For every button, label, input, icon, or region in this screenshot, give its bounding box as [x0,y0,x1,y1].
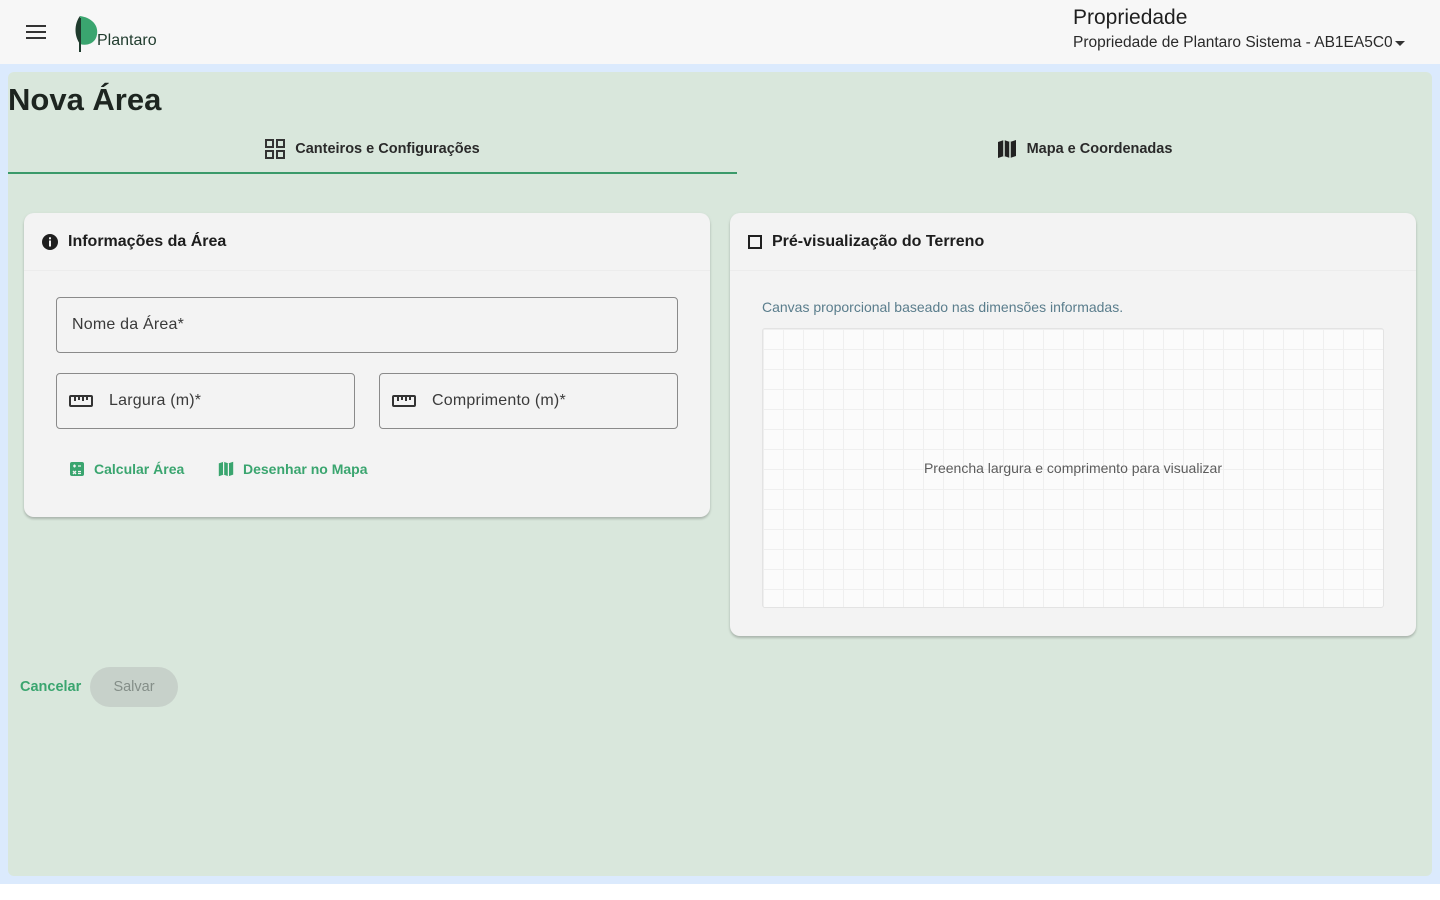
save-button[interactable]: Salvar [90,667,178,707]
card-header: Informações da Área [24,213,710,271]
terrain-canvas[interactable]: Preencha largura e comprimento para visu… [762,328,1384,608]
canvas-empty-message: Preencha largura e comprimento para visu… [923,460,1223,476]
property-selector: Propriedade Propriedade de Plantaro Sist… [1073,6,1405,52]
calculator-icon [70,462,84,476]
tab-label: Mapa e Coordenadas [1026,141,1173,157]
width-field[interactable]: Largura (m)* [56,373,355,429]
active-tab-indicator [8,172,737,174]
info-icon [42,233,58,250]
page-title: Nova Área [8,82,162,117]
length-field[interactable]: Comprimento (m)* [379,373,678,429]
property-title: Propriedade [1073,6,1188,29]
card-header: Pré-visualização do Terreno [730,213,1416,271]
length-label: Comprimento (m)* [432,392,566,409]
logo-text: Plantaro [97,32,157,49]
content-frame: Nova Área Canteiros e Configurações Mapa… [0,64,1440,884]
card-title: Informações da Área [68,232,227,250]
draw-on-map-button[interactable]: Desenhar no Mapa [218,451,367,487]
main-panel: Nova Área Canteiros e Configurações Mapa… [8,72,1432,876]
map-icon [218,461,234,477]
preview-hint: Canvas proporcional baseado nas dimensõe… [762,299,1124,315]
menu-button[interactable] [16,12,56,52]
terrain-preview-card: Pré-visualização do Terreno Canvas propo… [730,213,1416,636]
grid-icon [265,139,286,159]
property-dropdown[interactable]: Propriedade de Plantaro Sistema - AB1EA5… [1073,34,1405,52]
draw-on-map-label: Desenhar no Mapa [243,461,368,477]
logo[interactable]: Plantaro [72,8,157,56]
menu-icon [26,25,46,39]
caret-down-icon [1394,40,1405,46]
property-selected-value: Propriedade de Plantaro Sistema - AB1EA5… [1073,34,1393,51]
area-info-card: Informações da Área Nome da Área* Largur… [24,213,710,517]
top-app-bar: Plantaro Propriedade Propriedade de Plan… [0,0,1440,64]
ruler-icon [69,395,93,407]
area-name-label: Nome da Área* [72,316,184,333]
card-title: Pré-visualização do Terreno [772,232,985,250]
ruler-icon [392,395,416,407]
tab-canteiros[interactable]: Canteiros e Configurações [8,124,737,174]
tab-bar: Canteiros e Configurações Mapa e Coorden… [8,124,1432,174]
cancel-button[interactable]: Cancelar [20,667,81,707]
square-outline-icon [748,234,762,249]
width-label: Largura (m)* [109,392,202,409]
map-icon [997,140,1016,158]
calculate-area-button[interactable]: Calcular Área [69,451,184,487]
tab-mapa[interactable]: Mapa e Coordenadas [737,124,1432,174]
tab-label: Canteiros e Configurações [295,141,480,157]
area-name-field[interactable]: Nome da Área* [56,297,678,353]
calculate-area-label: Calcular Área [94,461,185,477]
